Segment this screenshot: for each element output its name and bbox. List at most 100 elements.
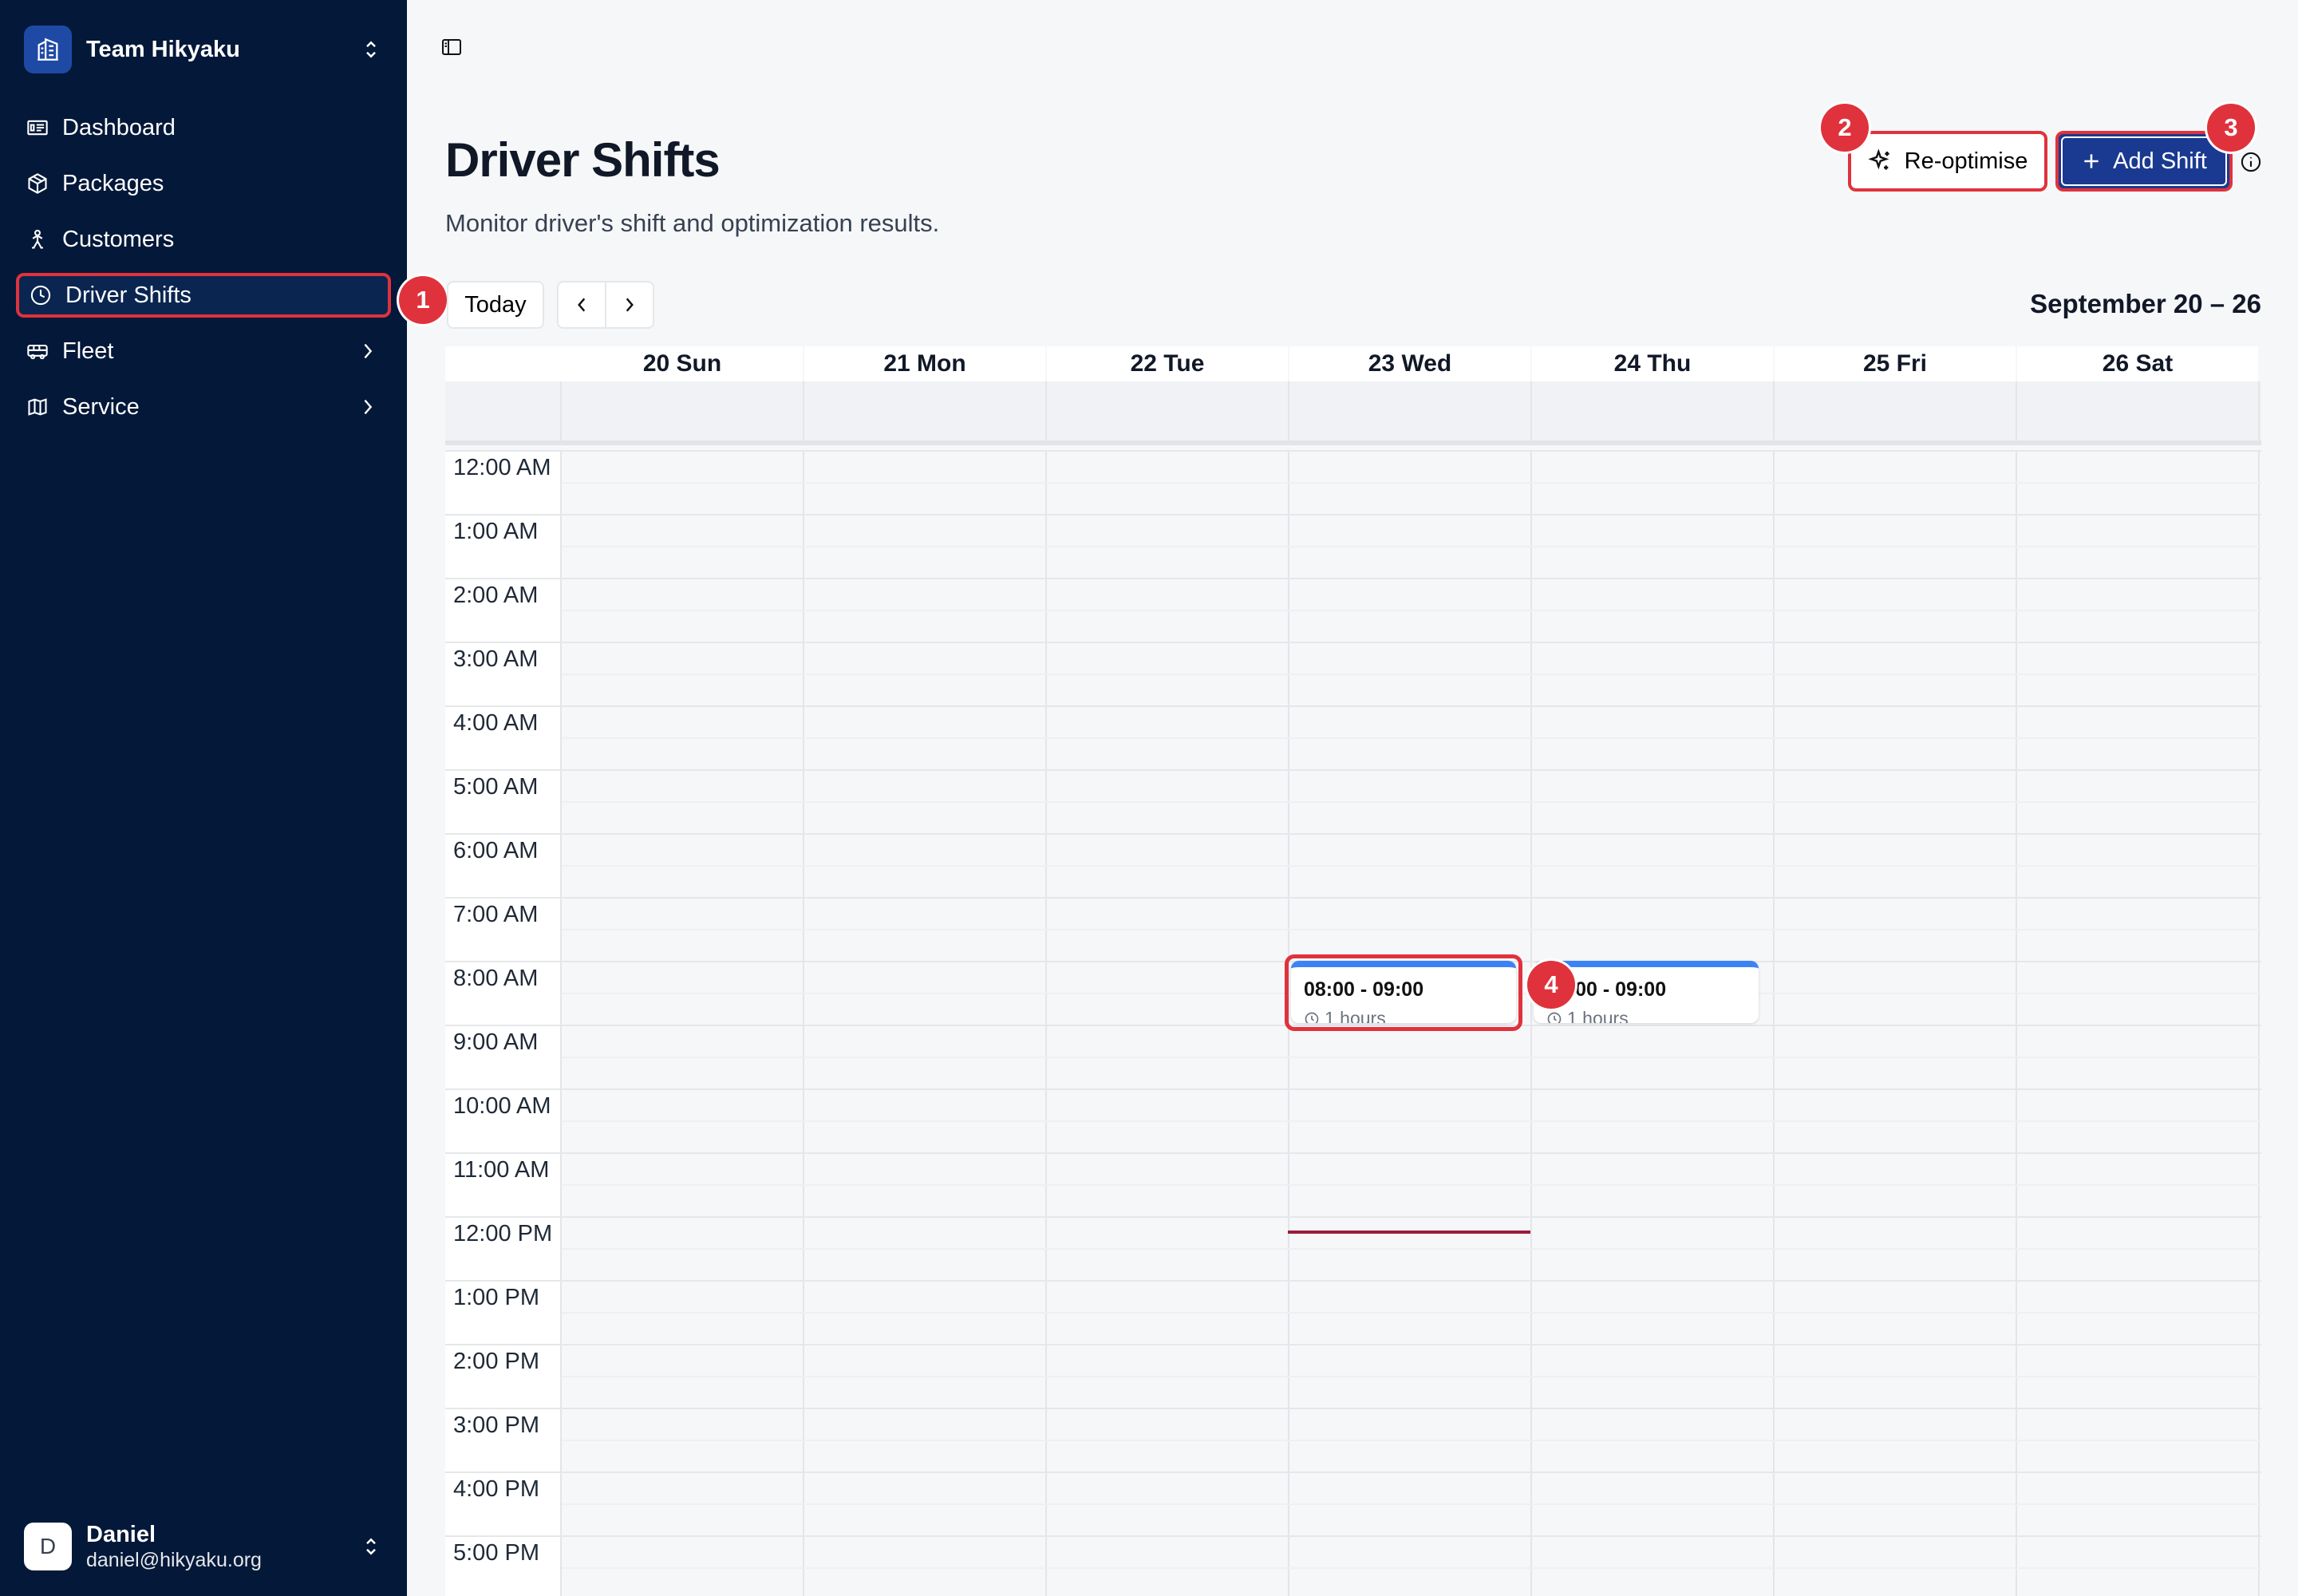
time-label: 7:00 AM xyxy=(453,902,539,927)
hour-line xyxy=(445,705,2261,707)
dashboard-icon xyxy=(26,116,49,140)
hour-line xyxy=(445,833,2261,835)
shift-duration-label: 1 hours xyxy=(1567,1008,1629,1023)
week-calendar: 20 Sun 21 Mon 22 Tue 23 Wed 24 Thu 25 Fri 26 S… xyxy=(445,346,2261,1596)
time-label: 12:00 PM xyxy=(453,1221,553,1246)
truck-icon xyxy=(26,339,49,363)
page-subtitle: Monitor driver's shift and optimization … xyxy=(445,209,940,237)
hour-line xyxy=(445,450,2261,452)
hour-line xyxy=(445,1535,2261,1537)
sidebar-nav: Dashboard Packages Customers Driver Shif… xyxy=(16,105,391,440)
sidebar-item-fleet[interactable]: Fleet xyxy=(16,329,391,373)
time-label: 1:00 AM xyxy=(453,519,539,544)
hour-line xyxy=(445,1280,2261,1282)
user-info: Daniel daniel@hikyaku.org xyxy=(86,1521,359,1572)
annotation-badge-3: 3 xyxy=(2207,104,2255,152)
plus-icon xyxy=(2081,151,2102,172)
sidebar-item-driver-shifts[interactable]: Driver Shifts xyxy=(16,273,391,318)
column-divider xyxy=(1773,381,1775,445)
column-divider xyxy=(1530,381,1532,445)
building-icon xyxy=(24,26,72,73)
panel-left-icon xyxy=(441,38,462,61)
column-divider xyxy=(1045,450,1047,1596)
shift-duration: 1 hours xyxy=(1546,1008,1746,1023)
column-divider xyxy=(2016,450,2017,1596)
sidebar-toggle-button[interactable] xyxy=(437,37,466,61)
time-label: 4:00 PM xyxy=(453,1476,539,1502)
clock-icon xyxy=(29,283,53,307)
team-switcher[interactable]: Team Hikyaku xyxy=(24,26,383,73)
column-divider xyxy=(560,381,562,445)
chevrons-updown-icon xyxy=(359,35,383,64)
team-name: Team Hikyaku xyxy=(86,36,240,62)
sidebar-item-customers[interactable]: Customers xyxy=(16,217,391,262)
sidebar-item-label: Dashboard xyxy=(62,114,176,140)
sidebar-item-service[interactable]: Service xyxy=(16,385,391,429)
sidebar: Team Hikyaku Dashboard Packages Customer… xyxy=(0,0,407,1596)
time-label: 5:00 PM xyxy=(453,1540,539,1566)
half-hour-line xyxy=(562,929,2261,930)
hour-line xyxy=(445,578,2261,579)
sidebar-item-label: Fleet xyxy=(62,338,114,364)
half-hour-line xyxy=(562,1567,2261,1569)
sidebar-item-packages[interactable]: Packages xyxy=(16,161,391,206)
half-hour-line xyxy=(562,1440,2261,1441)
day-header: 20 Sun xyxy=(562,346,803,381)
day-header: 26 Sat xyxy=(2017,346,2258,381)
day-header: 24 Thu xyxy=(1532,346,1773,381)
hour-line xyxy=(445,1088,2261,1090)
user-name: Daniel xyxy=(86,1522,156,1547)
next-week-button[interactable] xyxy=(605,282,653,327)
half-hour-line xyxy=(562,610,2261,611)
time-label: 10:00 AM xyxy=(453,1093,551,1119)
column-divider xyxy=(2258,381,2260,445)
chevron-right-icon xyxy=(624,296,635,314)
package-icon xyxy=(26,172,49,196)
previous-week-button[interactable] xyxy=(559,282,605,327)
column-divider xyxy=(2016,381,2017,445)
user-menu[interactable]: D Daniel daniel@hikyaku.org xyxy=(24,1521,383,1572)
half-hour-line xyxy=(562,482,2261,484)
shift-time: 08:00 - 09:00 xyxy=(1546,978,1667,1001)
info-icon[interactable] xyxy=(2239,150,2263,174)
half-hour-line xyxy=(562,737,2261,739)
week-nav xyxy=(557,281,654,329)
half-hour-line xyxy=(562,1503,2261,1505)
reoptimise-button[interactable]: Re-optimise xyxy=(1848,131,2047,192)
sidebar-item-label: Customers xyxy=(62,226,175,252)
hour-line xyxy=(445,769,2261,771)
day-header: 23 Wed xyxy=(1289,346,1530,381)
sidebar-item-dashboard[interactable]: Dashboard xyxy=(16,105,391,150)
time-label: 12:00 AM xyxy=(453,455,551,480)
time-label: 3:00 PM xyxy=(453,1412,539,1438)
time-label: 4:00 AM xyxy=(453,710,539,736)
half-hour-line xyxy=(562,674,2261,675)
day-header: 21 Mon xyxy=(804,346,1045,381)
today-button[interactable]: Today xyxy=(447,281,544,329)
sidebar-item-label: Packages xyxy=(62,170,164,196)
time-label: 8:00 AM xyxy=(453,966,539,991)
add-shift-label: Add Shift xyxy=(2113,148,2207,174)
hour-line xyxy=(445,1216,2261,1218)
hour-line xyxy=(445,1408,2261,1409)
half-hour-line xyxy=(562,1120,2261,1122)
chevron-right-icon xyxy=(356,339,380,363)
half-hour-line xyxy=(562,801,2261,803)
time-label: 2:00 PM xyxy=(453,1349,539,1374)
column-divider xyxy=(1288,381,1289,445)
column-divider xyxy=(1773,450,1775,1596)
half-hour-line xyxy=(562,865,2261,867)
hour-line xyxy=(445,1344,2261,1345)
person-icon xyxy=(26,227,49,251)
hour-line xyxy=(445,514,2261,516)
column-divider xyxy=(2258,450,2260,1596)
annotation-badge-1: 1 xyxy=(399,276,447,324)
half-hour-line xyxy=(562,546,2261,547)
time-label: 3:00 AM xyxy=(453,646,539,672)
chevron-right-icon xyxy=(356,395,380,419)
time-label: 6:00 AM xyxy=(453,838,539,863)
hour-line xyxy=(445,897,2261,899)
time-column: 12:00 AM 1:00 AM 2:00 AM 3:00 AM 4:00 AM 5:00… xyxy=(445,450,562,1596)
add-shift-button[interactable]: Add Shift xyxy=(2055,131,2233,192)
calendar-header: 20 Sun 21 Mon 22 Tue 23 Wed 24 Thu 25 Fri 26 S… xyxy=(445,346,2261,381)
